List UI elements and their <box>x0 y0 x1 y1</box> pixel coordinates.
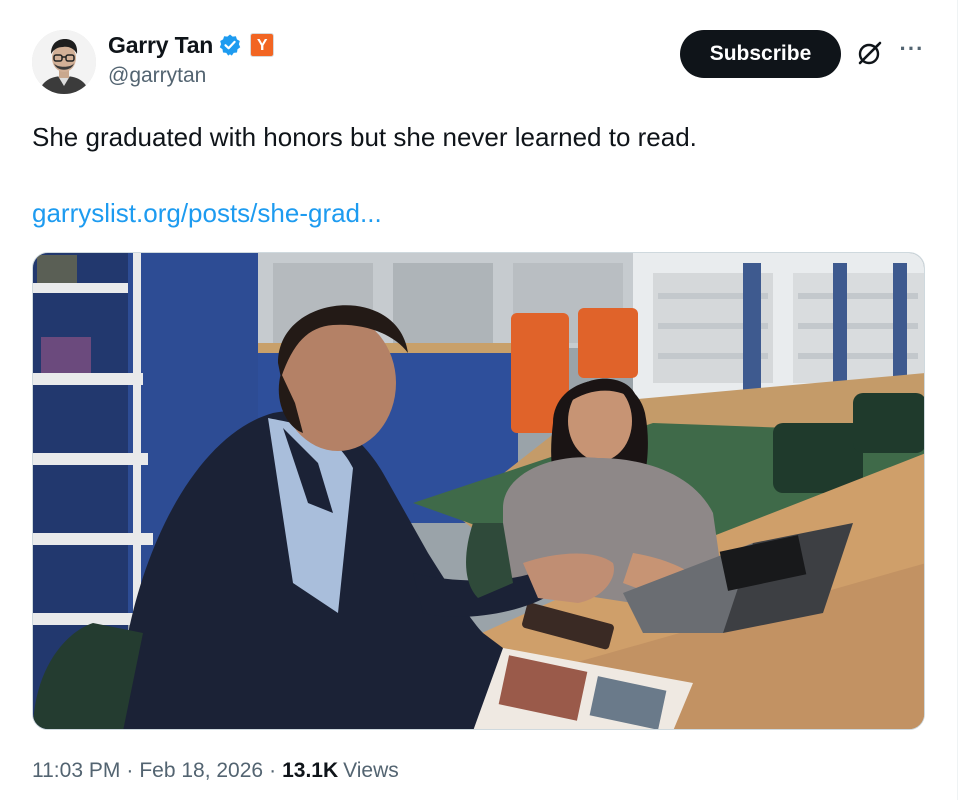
views-count[interactable]: 13.1K <box>282 759 338 783</box>
tweet-card: Garry Tan Y @garrytan Subscribe ··· She … <box>0 0 958 800</box>
tweet-date[interactable]: Feb 18, 2026 <box>139 759 263 783</box>
avatar[interactable] <box>32 30 96 94</box>
tweet-time[interactable]: 11:03 PM <box>32 759 120 783</box>
affiliate-badge[interactable]: Y <box>250 33 275 57</box>
author-name-row[interactable]: Garry Tan Y <box>108 30 275 60</box>
views-label: Views <box>343 759 399 782</box>
meta-separator: · <box>269 759 277 782</box>
author-display-name[interactable]: Garry Tan <box>108 32 213 59</box>
user-avatar-photo-icon <box>32 30 96 94</box>
video-still-icon <box>33 253 924 729</box>
more-icon[interactable]: ··· <box>897 38 927 66</box>
tweet-link[interactable]: garryslist.org/posts/she-grad... <box>32 196 382 230</box>
tweet-text: She graduated with honors but she never … <box>32 122 697 152</box>
subscribe-button[interactable]: Subscribe <box>680 30 841 78</box>
video-thumbnail[interactable] <box>32 252 925 730</box>
meta-separator: · <box>126 759 134 782</box>
tweet-meta: 11:03 PM · Feb 18, 2026 · 13.1K Views <box>32 759 399 783</box>
grok-icon[interactable] <box>855 40 883 68</box>
verified-badge-icon <box>218 33 242 57</box>
author-handle[interactable]: @garrytan <box>108 64 206 88</box>
